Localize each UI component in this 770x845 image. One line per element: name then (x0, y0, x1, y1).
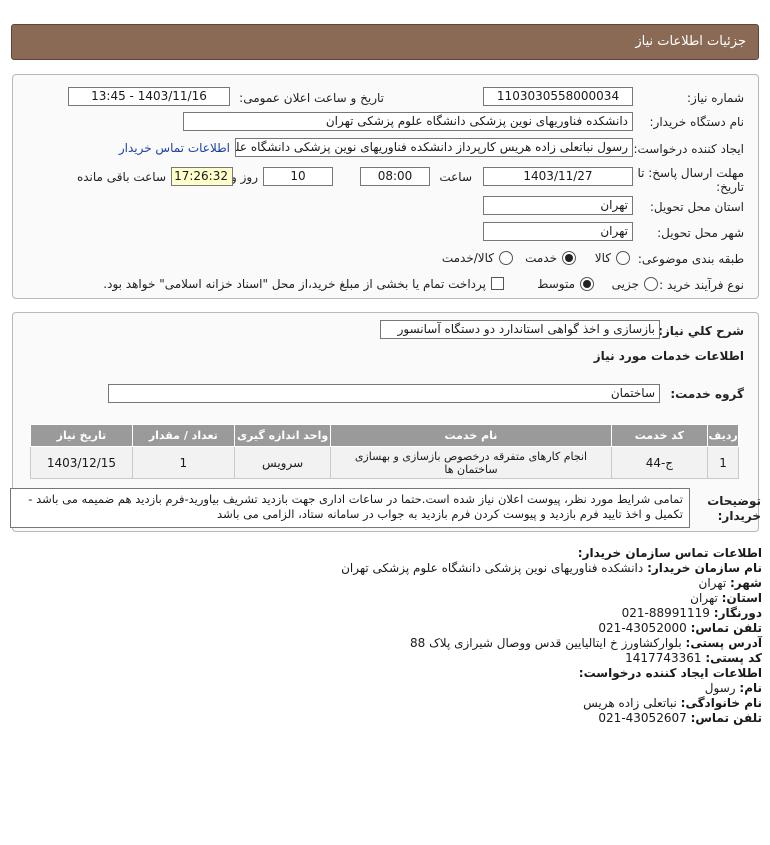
buyer-org-field: دانشکده فناوریهای نوین پزشکی دانشگاه علو… (183, 112, 633, 131)
cell-row: 1 (707, 446, 739, 479)
services-section-title: اطلاعات خدمات مورد نیاز (593, 349, 744, 363)
treasury-payment-checkbox[interactable] (491, 277, 504, 290)
buyer-notes-label: توضیحات (707, 494, 761, 508)
deadline-time-field: 08:00 (360, 167, 430, 186)
category-option-service: خدمت (525, 251, 557, 265)
buyer-contact-postal: کد پستی: 1417743361 (625, 651, 762, 665)
buyer-contact-phone: تلفن تماس: 43052000-021 (598, 621, 762, 635)
creator-field: رسول نباتعلی زاده هریس کارپرداز دانشکده … (235, 138, 633, 157)
announce-label: تاریخ و ساعت اعلان عمومی: (239, 91, 384, 105)
category-label: طبقه بندی موضوعی: (637, 252, 744, 266)
process-radio-minor[interactable] (644, 277, 658, 291)
days-label: روز و (231, 170, 258, 184)
service-group-field: ساختمان (108, 384, 660, 403)
creator-contact-name: نام: رسول (704, 681, 762, 695)
buyer-contact-province: استان: تهران (690, 591, 762, 605)
category-radio-service[interactable] (562, 251, 576, 265)
buyer-contact-fax: دورنگار: 88991119-021 (621, 606, 762, 620)
deadline-time-label: ساعت (439, 170, 472, 184)
city-label: شهر محل تحویل: (657, 226, 744, 240)
category-radio-goods[interactable] (616, 251, 630, 265)
col-row-header: ردیف (707, 424, 739, 447)
province-field: تهران (483, 196, 633, 215)
need-number-label: شماره نیاز: (687, 91, 744, 105)
buyer-notes-field: تمامی شرایط مورد نظر، پیوست اعلان نیاز ش… (10, 488, 690, 528)
buyer-contact-city: شهر: تهران (698, 576, 762, 590)
process-option-minor: جزیی (611, 277, 639, 291)
category-radio-goods-service[interactable] (499, 251, 513, 265)
creator-contact-family: نام خانوادگی: نباتعلی زاده هریس (583, 696, 762, 710)
need-details-panel: شماره نیاز: 1103030558000034 تاریخ و ساع… (12, 74, 759, 299)
buyer-org-label: نام دستگاه خریدار: (649, 115, 745, 129)
creator-contact-phone: تلفن تماس: 43052607-021 (598, 711, 762, 725)
remaining-label: ساعت باقی مانده (76, 170, 166, 184)
table-row: 1 ج-44 انجام کارهای متفرقه درخصوص بازساز… (30, 446, 739, 479)
days-remaining-field: 10 (263, 167, 333, 186)
category-option-goods-service: کالا/خدمت (441, 251, 494, 265)
deadline-label: مهلت ارسال پاسخ: تا (637, 166, 744, 180)
page-header: جزئیات اطلاعات نیاز (11, 24, 759, 60)
deadline-date-field: 1403/11/27 (483, 167, 633, 186)
category-option-goods: کالا (594, 251, 611, 265)
service-group-label: گروه خدمت: (670, 387, 744, 401)
process-option-medium: متوسط (537, 277, 575, 291)
buyer-contact-title: اطلاعات تماس سازمان خریدار: (577, 546, 762, 560)
services-table: ردیف کد خدمت نام خدمت واحد اندازه گیری ت… (30, 424, 739, 479)
province-label: استان محل تحویل: (649, 200, 744, 214)
cell-name: انجام کارهای متفرقه درخصوص بازسازی و بهس… (330, 446, 612, 479)
buyer-notes-label-2: خریدار: (717, 509, 761, 523)
process-radio-medium[interactable] (580, 277, 594, 291)
col-date-header: تاریخ نیاز (30, 424, 133, 447)
cell-date: 1403/12/15 (30, 446, 133, 479)
treasury-payment-note: پرداخت تمام یا بخشی از مبلغ خرید،از محل … (103, 277, 486, 291)
col-code-header: کد خدمت (610, 424, 709, 447)
need-summary-field: بازسازی و اخذ گواهی استاندارد دو دستگاه … (380, 320, 660, 339)
process-label: نوع فرآیند خرید : (659, 278, 744, 292)
buyer-contact-address: آدرس پستی: بلوارکشاورز خ ایتالیایین قدس … (409, 636, 762, 650)
need-summary-label: شرح کلي نياز: (658, 324, 744, 338)
creator-label: ایجاد کننده درخواست: (633, 142, 744, 156)
announce-datetime-field: 1403/11/16 - 13:45 (68, 87, 230, 106)
cell-code: ج-44 (610, 446, 709, 479)
col-unit-header: واحد اندازه گیری (233, 424, 332, 447)
page-title: جزئیات اطلاعات نیاز (635, 34, 746, 49)
need-number-field: 1103030558000034 (483, 87, 633, 106)
buyer-contact-link[interactable]: اطلاعات تماس خریدار (119, 141, 230, 155)
city-field: تهران (483, 222, 633, 241)
buyer-contact-org: نام سازمان خریدار: دانشکده فناوریهای نوی… (341, 561, 762, 575)
col-qty-header: تعداد / مقدار (131, 424, 235, 447)
creator-contact-title: اطلاعات ایجاد کننده درخواست: (578, 666, 762, 680)
remaining-time-field: 17:26:32 (171, 167, 233, 186)
col-name-header: نام خدمت (330, 424, 612, 447)
services-table-header: ردیف کد خدمت نام خدمت واحد اندازه گیری ت… (30, 424, 739, 447)
cell-unit: سرویس (233, 446, 332, 479)
deadline-date-label: تاریخ: (716, 180, 744, 194)
cell-qty: 1 (131, 446, 235, 479)
